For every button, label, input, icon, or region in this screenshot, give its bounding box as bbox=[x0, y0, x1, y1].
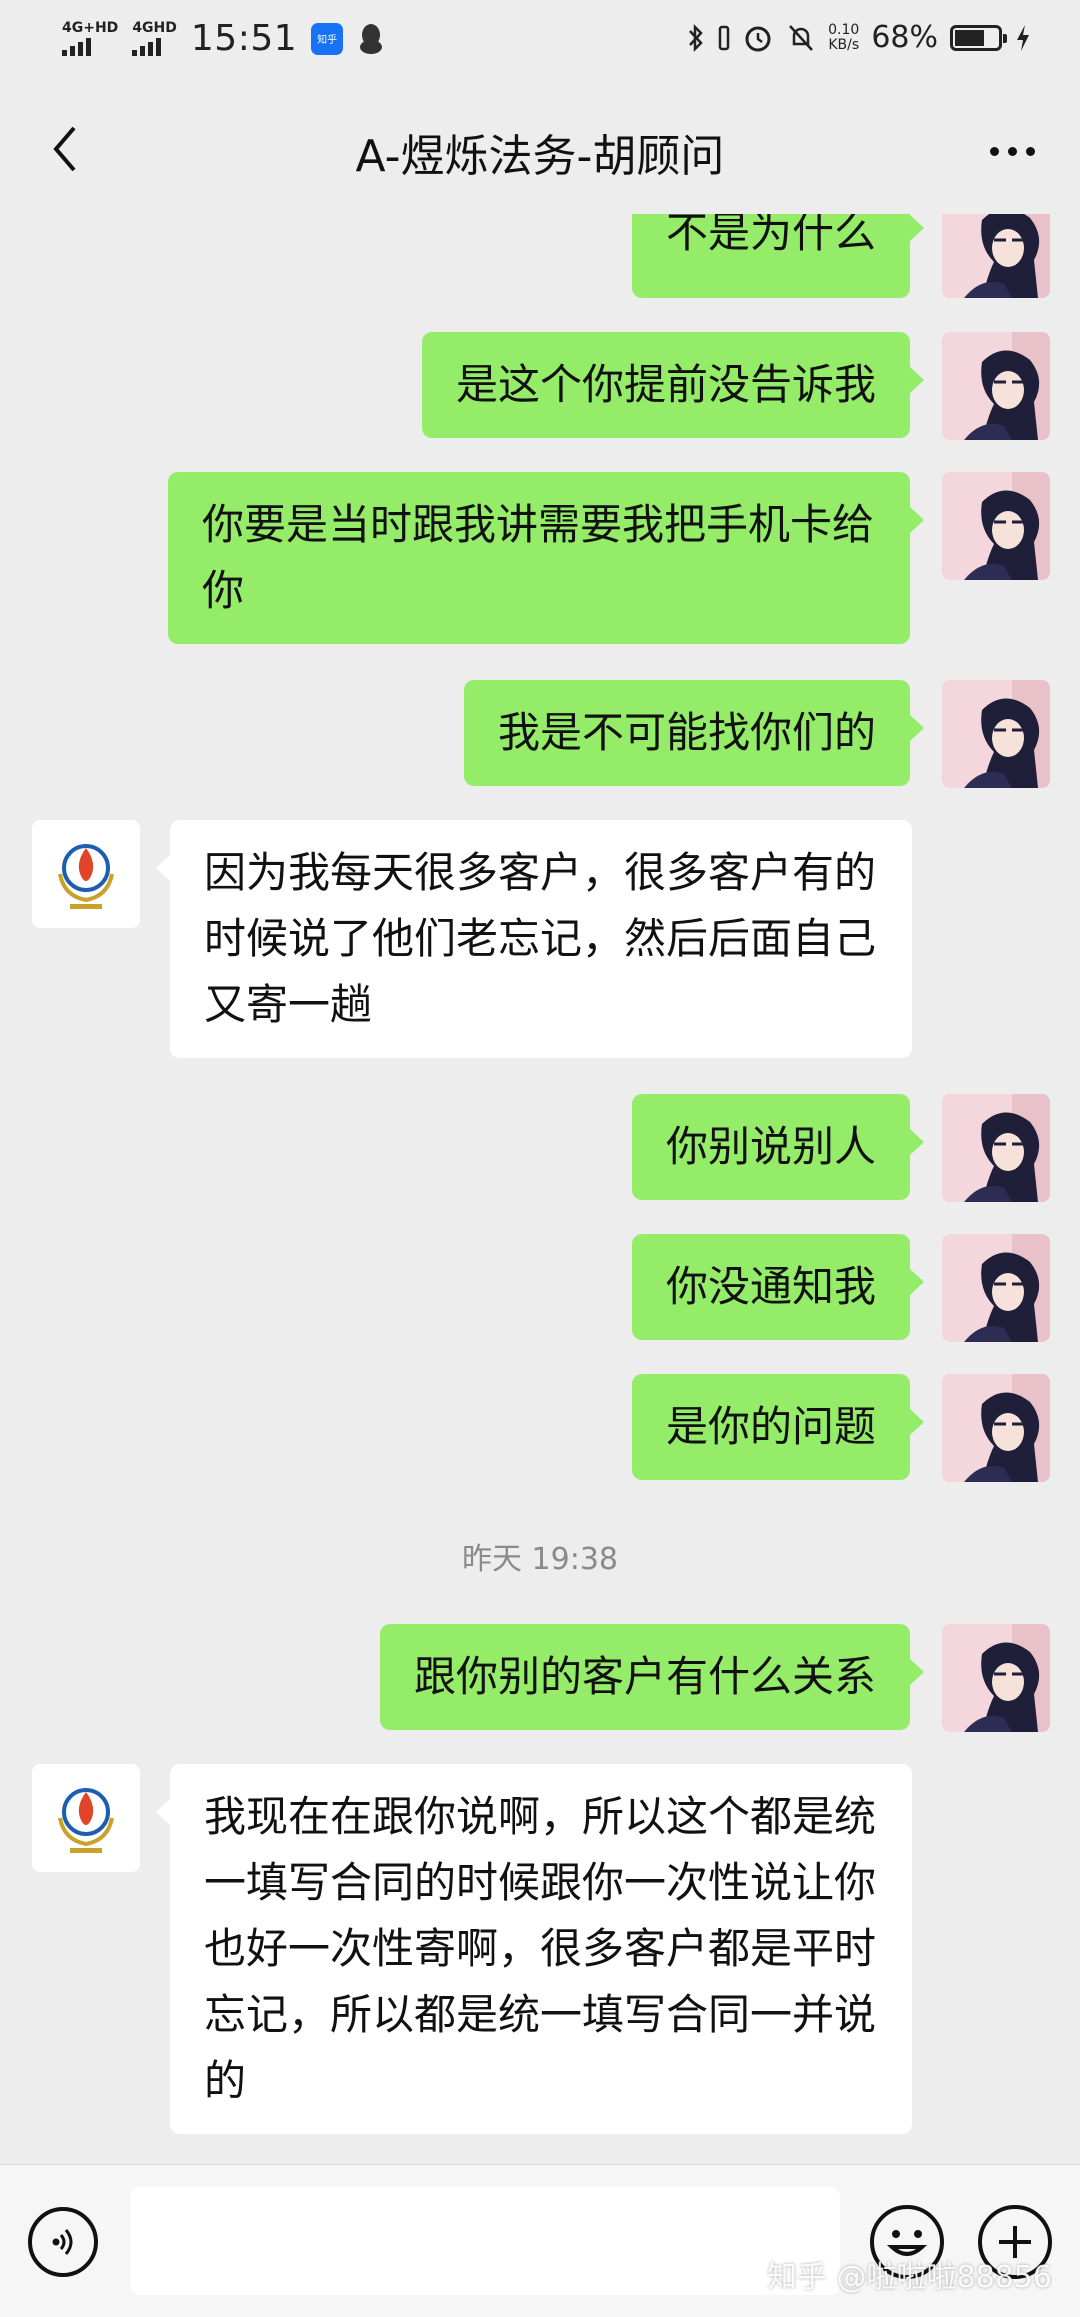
my-avatar[interactable] bbox=[942, 680, 1050, 788]
dot-icon bbox=[989, 146, 999, 156]
chat-header: A-煜烁法务-胡顾问 bbox=[0, 84, 1080, 214]
zhihu-app-icon: 知乎 bbox=[311, 22, 344, 55]
user-avatar-icon bbox=[942, 332, 1050, 440]
message-bubble-mine[interactable]: 是你的问题 bbox=[631, 1374, 925, 1480]
charging-bolt-icon bbox=[1017, 24, 1029, 51]
mute-bell-icon bbox=[789, 24, 814, 51]
battery-icon bbox=[950, 24, 1007, 51]
law-firm-logo-icon bbox=[58, 1788, 114, 1853]
status-left: 4G+HD 4GHD 15:51 知乎 bbox=[62, 18, 385, 59]
bluetooth-icon bbox=[689, 23, 703, 52]
my-avatar[interactable] bbox=[942, 1374, 1050, 1482]
contact-avatar[interactable] bbox=[32, 1764, 140, 1872]
my-avatar[interactable] bbox=[942, 214, 1050, 298]
voice-input-button[interactable] bbox=[28, 2207, 98, 2277]
message-input[interactable] bbox=[130, 2187, 840, 2295]
timestamp: 昨天 19:38 bbox=[462, 1542, 618, 1577]
network-type-2: 4GHD bbox=[132, 20, 177, 36]
law-firm-logo-icon bbox=[58, 844, 114, 909]
my-avatar[interactable] bbox=[942, 1094, 1050, 1202]
status-bar: 4G+HD 4GHD 15:51 知乎 0.10 KB/s 68% bbox=[0, 0, 1080, 84]
network-speed: 0.10 KB/s bbox=[828, 21, 860, 53]
qq-penguin-icon bbox=[360, 23, 383, 54]
battery-fill bbox=[955, 29, 984, 46]
contact-avatar[interactable] bbox=[32, 820, 140, 928]
message-bubble-mine[interactable]: 我是不可能找你们的 bbox=[463, 680, 925, 786]
message-bubble-mine[interactable]: 跟你别的客户有什么关系 bbox=[379, 1624, 925, 1730]
cell-signal-2: 4GHD bbox=[132, 21, 177, 56]
my-avatar[interactable] bbox=[942, 332, 1050, 440]
my-avatar[interactable] bbox=[942, 1624, 1050, 1732]
message-bubble-theirs[interactable]: 我现在在跟你说啊，所以这个都是统一填写合同的时候跟你一次性说让你也好一次性寄啊，… bbox=[156, 1764, 912, 2134]
message-bubble-mine[interactable]: 你别说别人 bbox=[631, 1094, 925, 1200]
user-avatar-icon bbox=[942, 1234, 1050, 1342]
cell-signal-1: 4G+HD bbox=[62, 21, 118, 56]
chat-title: A-煜烁法务-胡顾问 bbox=[355, 131, 725, 182]
message-bubble-mine[interactable]: 是这个你提前没告诉我 bbox=[421, 332, 925, 438]
user-avatar-icon bbox=[942, 214, 1050, 298]
clock: 15:51 bbox=[190, 18, 298, 59]
vibrate-icon bbox=[718, 25, 730, 50]
user-avatar-icon bbox=[942, 472, 1050, 580]
status-right: 0.10 KB/s 68% bbox=[686, 20, 1032, 55]
battery-percent: 68% bbox=[871, 20, 938, 55]
message-bubble-mine[interactable]: 你没通知我 bbox=[631, 1234, 925, 1340]
network-type-1: 4G+HD bbox=[62, 20, 119, 36]
user-avatar-icon bbox=[942, 1374, 1050, 1482]
message-bubble-theirs[interactable]: 因为我每天很多客户，很多客户有的时候说了他们老忘记，然后后面自己又寄一趟 bbox=[156, 820, 912, 1058]
alarm-icon bbox=[745, 26, 771, 51]
user-avatar-icon bbox=[942, 1624, 1050, 1732]
signal-bars-icon bbox=[62, 38, 91, 56]
user-avatar-icon bbox=[942, 1094, 1050, 1202]
voice-icon bbox=[52, 2229, 73, 2255]
message-bubble-mine[interactable]: 你要是当时跟我讲需要我把手机卡给你 bbox=[168, 472, 924, 644]
message-list[interactable]: 不是为什么 是这个你提前没告诉我 你要是当时跟我讲需要我把手机卡给你 我是不可能… bbox=[0, 214, 1080, 2164]
speed-value: 0.10 bbox=[828, 21, 860, 38]
more-options-button[interactable] bbox=[972, 116, 1052, 186]
dot-icon bbox=[1025, 146, 1035, 156]
signal-bars-icon bbox=[132, 38, 162, 56]
speed-unit: KB/s bbox=[828, 36, 860, 53]
my-avatar[interactable] bbox=[942, 1234, 1050, 1342]
message-bubble-mine[interactable]: 不是为什么 bbox=[631, 214, 925, 298]
dot-icon bbox=[1007, 146, 1017, 156]
user-avatar-icon bbox=[942, 680, 1050, 788]
zhihu-watermark: 知乎 @啦啦啦88856 bbox=[767, 2260, 1052, 2295]
my-avatar[interactable] bbox=[942, 472, 1050, 580]
